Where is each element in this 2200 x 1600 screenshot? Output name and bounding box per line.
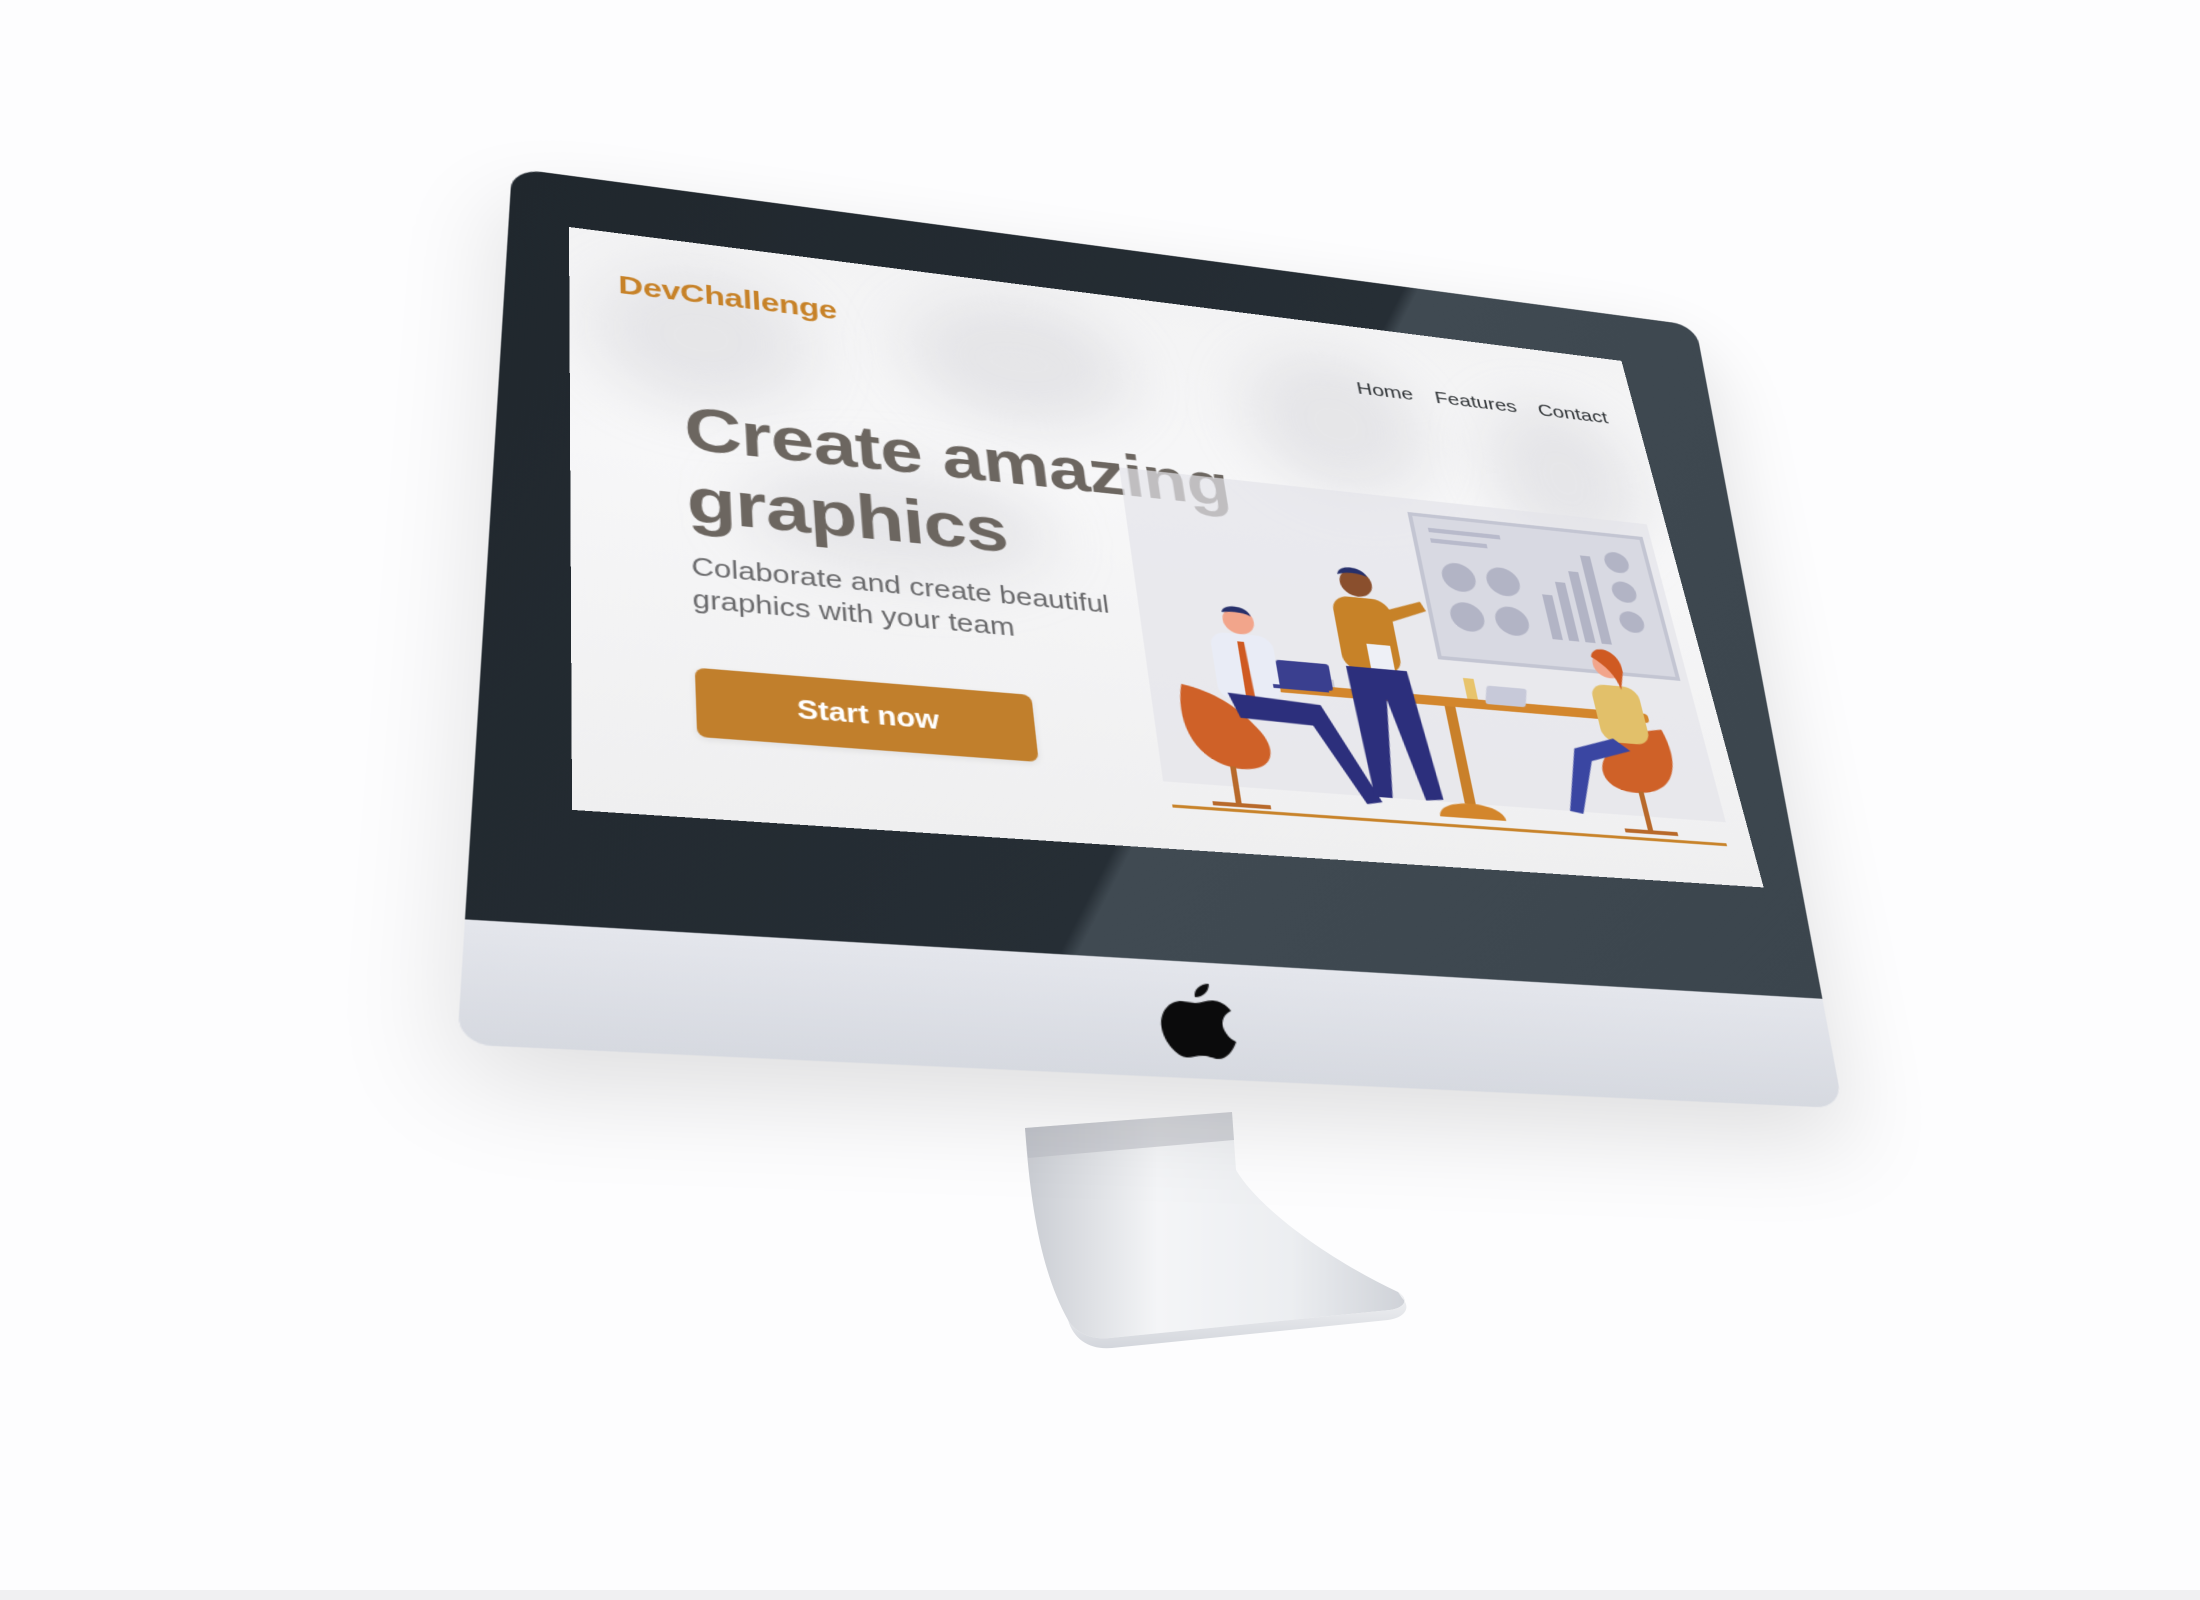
presentation-board — [1410, 514, 1678, 679]
mockup-stage: DevChallenge Home Features Contact Creat… — [0, 0, 2200, 1600]
nav-features[interactable]: Features — [1433, 388, 1519, 417]
team-meeting-illustration — [1119, 467, 1728, 847]
apple-icon — [1159, 983, 1238, 1060]
background-blur — [902, 285, 1137, 440]
page-bottom-edge — [0, 1590, 2200, 1600]
start-now-button[interactable]: Start now — [694, 667, 1039, 763]
